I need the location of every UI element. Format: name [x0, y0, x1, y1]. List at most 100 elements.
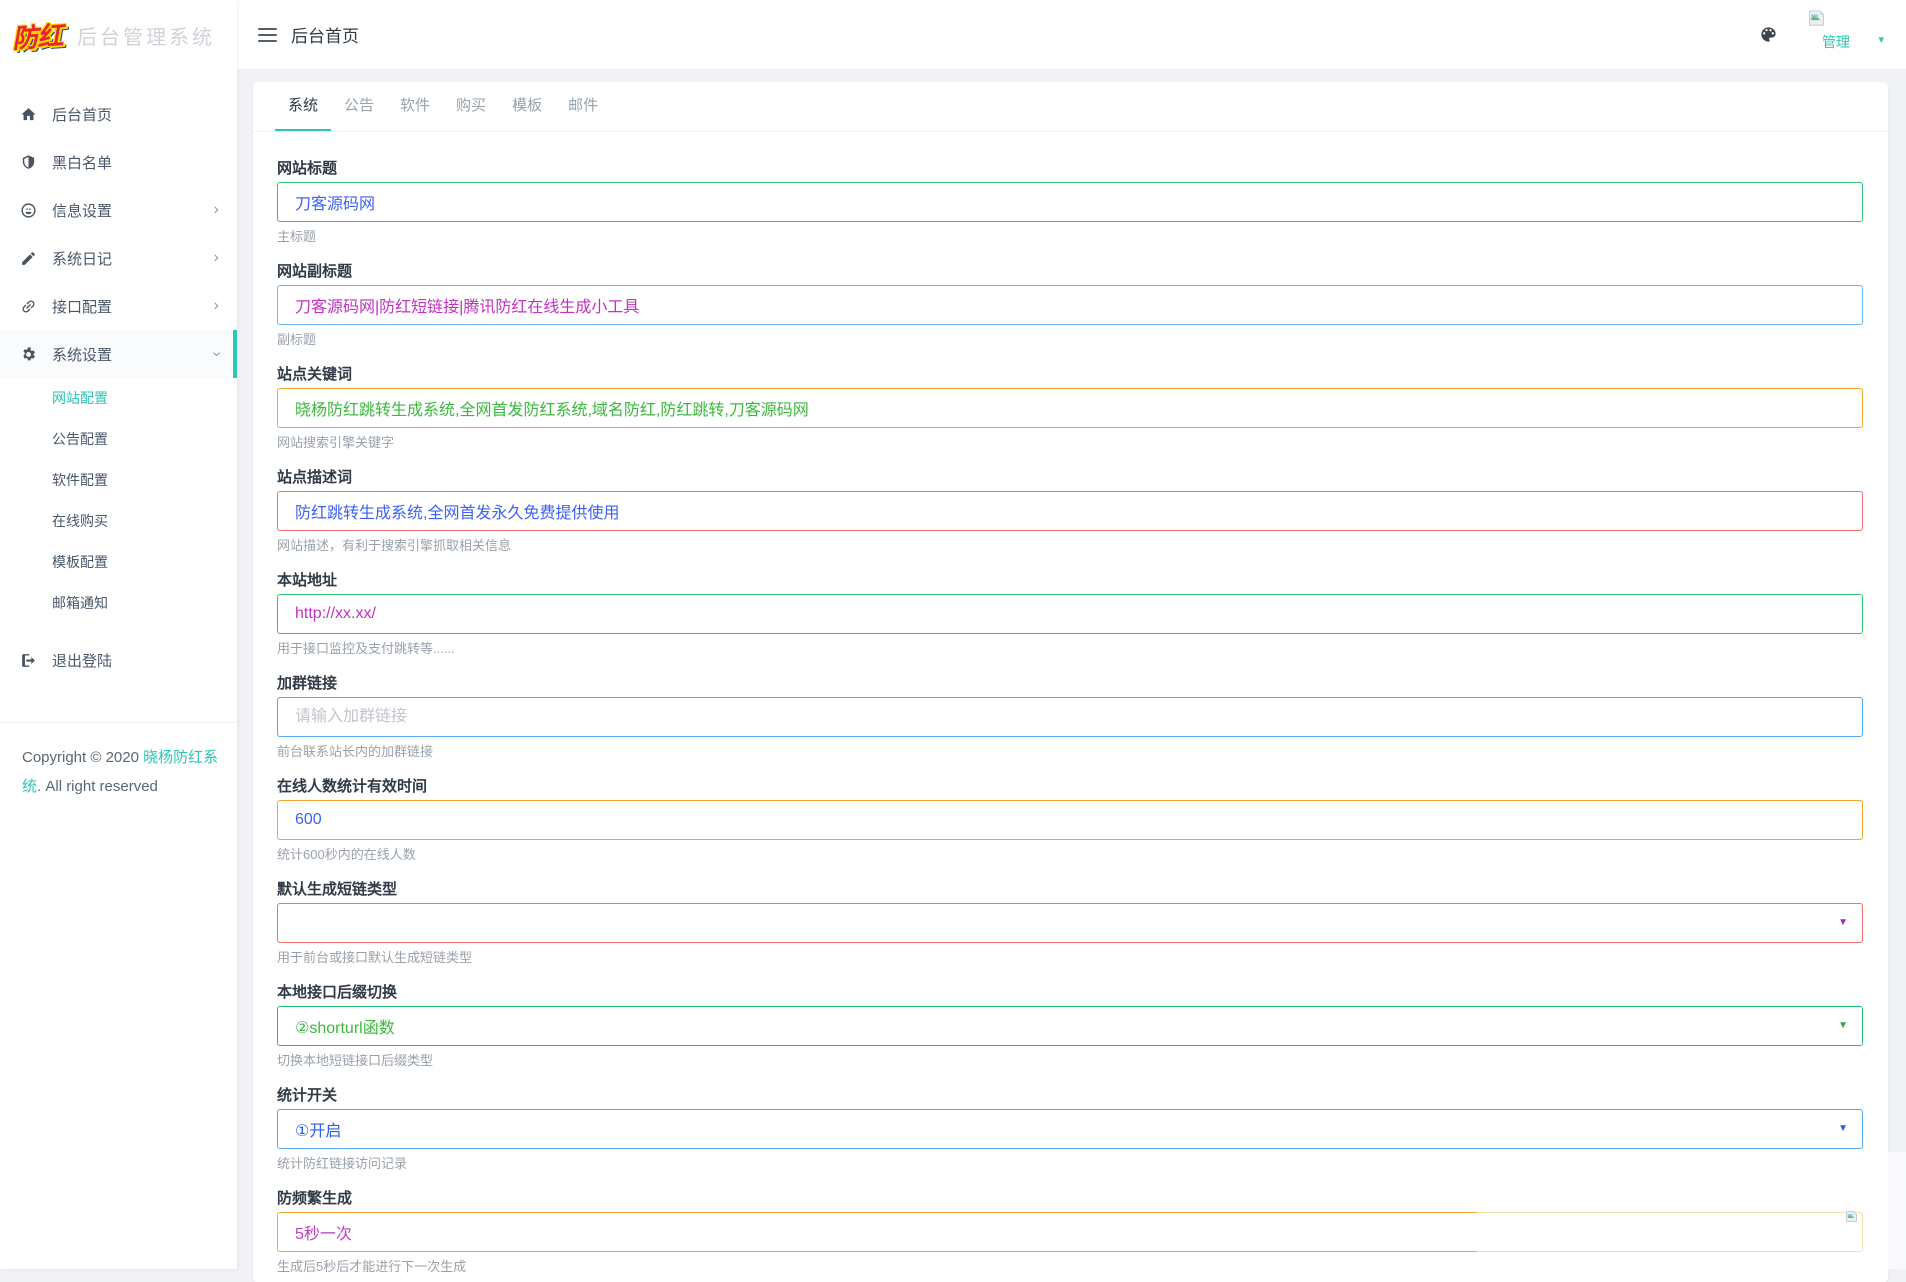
pencil-icon: [20, 250, 37, 267]
copyright-text: . All right reserved: [37, 778, 158, 795]
tab[interactable]: 软件: [387, 82, 443, 131]
submenu-item[interactable]: 邮箱通知: [0, 583, 237, 624]
form-field: 本站地址 用于接口监控及支付跳转等......: [277, 573, 1864, 657]
form-field: 在线人数统计有效时间 统计600秒内的在线人数: [277, 779, 1864, 863]
sidebar-item-logout[interactable]: 退出登陆: [0, 636, 237, 684]
sidebar-item-label: 黑白名单: [52, 152, 112, 173]
form-field: 站点关键词 网站搜索引擎关键字: [277, 367, 1864, 451]
field-select[interactable]: [277, 1212, 1863, 1252]
submenu-item[interactable]: 模板配置: [0, 542, 237, 583]
submenu-item[interactable]: 软件配置: [0, 460, 237, 501]
field-select[interactable]: [277, 1109, 1863, 1149]
user-menu[interactable]: 管理 ▾: [1808, 10, 1886, 60]
field-input-wrap: [277, 594, 1863, 634]
field-helper: 副标题: [277, 332, 1864, 348]
field-select[interactable]: [277, 903, 1863, 943]
form-field: 站点描述词 网站描述，有利于搜索引擎抓取相关信息: [277, 470, 1864, 554]
field-input-wrap: [277, 182, 1863, 222]
field-input-wrap: [277, 800, 1863, 840]
field-helper: 生成后5秒后才能进行下一次生成: [277, 1259, 1864, 1275]
submenu-item[interactable]: 网站配置: [0, 378, 237, 419]
user-name: 管理: [1822, 32, 1850, 52]
field-helper: 网站搜索引擎关键字: [277, 435, 1864, 451]
field-input[interactable]: [277, 388, 1863, 428]
chevron-right-icon: ›: [214, 298, 219, 314]
field-input-wrap: [277, 388, 1863, 428]
sidebar-submenu: 网站配置公告配置软件配置在线购买模板配置邮箱通知: [0, 378, 237, 624]
field-label: 防频繁生成: [277, 1191, 1864, 1206]
sidebar-item-system-log[interactable]: 系统日记 ›: [0, 234, 237, 282]
field-input[interactable]: [277, 697, 1863, 737]
field-input[interactable]: [277, 182, 1863, 222]
settings-form: 网站标题 主标题 网站副标题 副标题 站点关键词 网站搜索引擎关键字 站点描述词…: [253, 132, 1888, 1275]
tab[interactable]: 邮件: [555, 82, 611, 131]
field-label: 站点关键词: [277, 367, 1864, 382]
sidebar-item-home[interactable]: 后台首页: [0, 90, 237, 138]
tab[interactable]: 模板: [499, 82, 555, 131]
field-helper: 前台联系站长内的加群链接: [277, 744, 1864, 760]
field-input[interactable]: [277, 594, 1863, 634]
sidebar-item-blackwhite-list[interactable]: 黑白名单: [0, 138, 237, 186]
field-label: 默认生成短链类型: [277, 882, 1864, 897]
field-input-wrap: [277, 285, 1863, 325]
field-helper: 统计600秒内的在线人数: [277, 847, 1864, 863]
content-card: 系统公告软件购买模板邮件 网站标题 主标题 网站副标题 副标题 站点关键词 网站…: [253, 82, 1888, 1282]
gear-icon: [20, 346, 37, 363]
field-helper: 用于接口监控及支付跳转等......: [277, 641, 1864, 657]
field-label: 网站标题: [277, 161, 1864, 176]
form-field: 统计开关 ▼ 统计防红链接访问记录: [277, 1088, 1864, 1172]
field-label: 本站地址: [277, 573, 1864, 588]
sidebar-item-label: 系统日记: [52, 248, 112, 269]
page-title: 后台首页: [291, 22, 359, 47]
field-input-wrap: [277, 697, 1863, 737]
submenu-item[interactable]: 公告配置: [0, 419, 237, 460]
form-field: 防频繁生成 生成后5秒后才能进行下一次生成: [277, 1191, 1864, 1275]
logo[interactable]: 防红 后台管理系统: [0, 0, 237, 70]
chevron-right-icon: ›: [214, 202, 219, 218]
sidebar-item-system-settings[interactable]: 系统设置 ›: [0, 330, 237, 378]
field-input[interactable]: [277, 491, 1863, 531]
field-input-wrap: [277, 1212, 1863, 1252]
field-label: 统计开关: [277, 1088, 1864, 1103]
chevron-down-icon: ›: [208, 351, 224, 356]
submenu-item[interactable]: 在线购买: [0, 501, 237, 542]
logout-icon: [20, 652, 37, 669]
broken-image-icon: [1845, 1209, 1858, 1220]
field-label: 在线人数统计有效时间: [277, 779, 1864, 794]
field-input[interactable]: [277, 800, 1863, 840]
home-icon: [20, 106, 37, 123]
sidebar-item-label: 系统设置: [52, 344, 112, 365]
field-input-wrap: [277, 491, 1863, 531]
tab[interactable]: 购买: [443, 82, 499, 131]
field-input[interactable]: [277, 285, 1863, 325]
field-helper: 网站描述，有利于搜索引擎抓取相关信息: [277, 538, 1864, 554]
field-select[interactable]: [277, 1006, 1863, 1046]
field-label: 站点描述词: [277, 470, 1864, 485]
sidebar-item-label: 退出登陆: [52, 650, 112, 671]
field-input-wrap: ▼: [277, 1109, 1863, 1149]
menu-icon[interactable]: [258, 28, 277, 42]
field-label: 加群链接: [277, 676, 1864, 691]
field-helper: 主标题: [277, 229, 1864, 245]
copyright-text: Copyright © 2020: [22, 749, 143, 766]
field-helper: 统计防红链接访问记录: [277, 1156, 1864, 1172]
sidebar-item-info-settings[interactable]: 信息设置 ›: [0, 186, 237, 234]
tab-bar: 系统公告软件购买模板邮件: [253, 82, 1888, 132]
field-input-wrap: ▼: [277, 1006, 1863, 1046]
field-helper: 用于前台或接口默认生成短链类型: [277, 950, 1864, 966]
form-field: 网站标题 主标题: [277, 161, 1864, 245]
copyright: Copyright © 2020 晓杨防红系统. All right reser…: [0, 722, 237, 802]
sidebar-item-label: 接口配置: [52, 296, 112, 317]
field-label: 网站副标题: [277, 264, 1864, 279]
field-helper: 切换本地短链接口后缀类型: [277, 1053, 1864, 1069]
topbar: 后台首页 管理 ▾: [237, 0, 1906, 70]
tab[interactable]: 系统: [275, 82, 331, 131]
avatar-broken-image-icon: [1808, 10, 1825, 26]
palette-icon[interactable]: [1759, 25, 1778, 44]
sidebar-item-api-config[interactable]: 接口配置 ›: [0, 282, 237, 330]
app-logo-icon: 防红: [11, 15, 63, 55]
form-field: 默认生成短链类型 ▼ 用于前台或接口默认生成短链类型: [277, 882, 1864, 966]
tab[interactable]: 公告: [331, 82, 387, 131]
form-field: 本地接口后缀切换 ▼ 切换本地短链接口后缀类型: [277, 985, 1864, 1069]
chevron-right-icon: ›: [214, 250, 219, 266]
